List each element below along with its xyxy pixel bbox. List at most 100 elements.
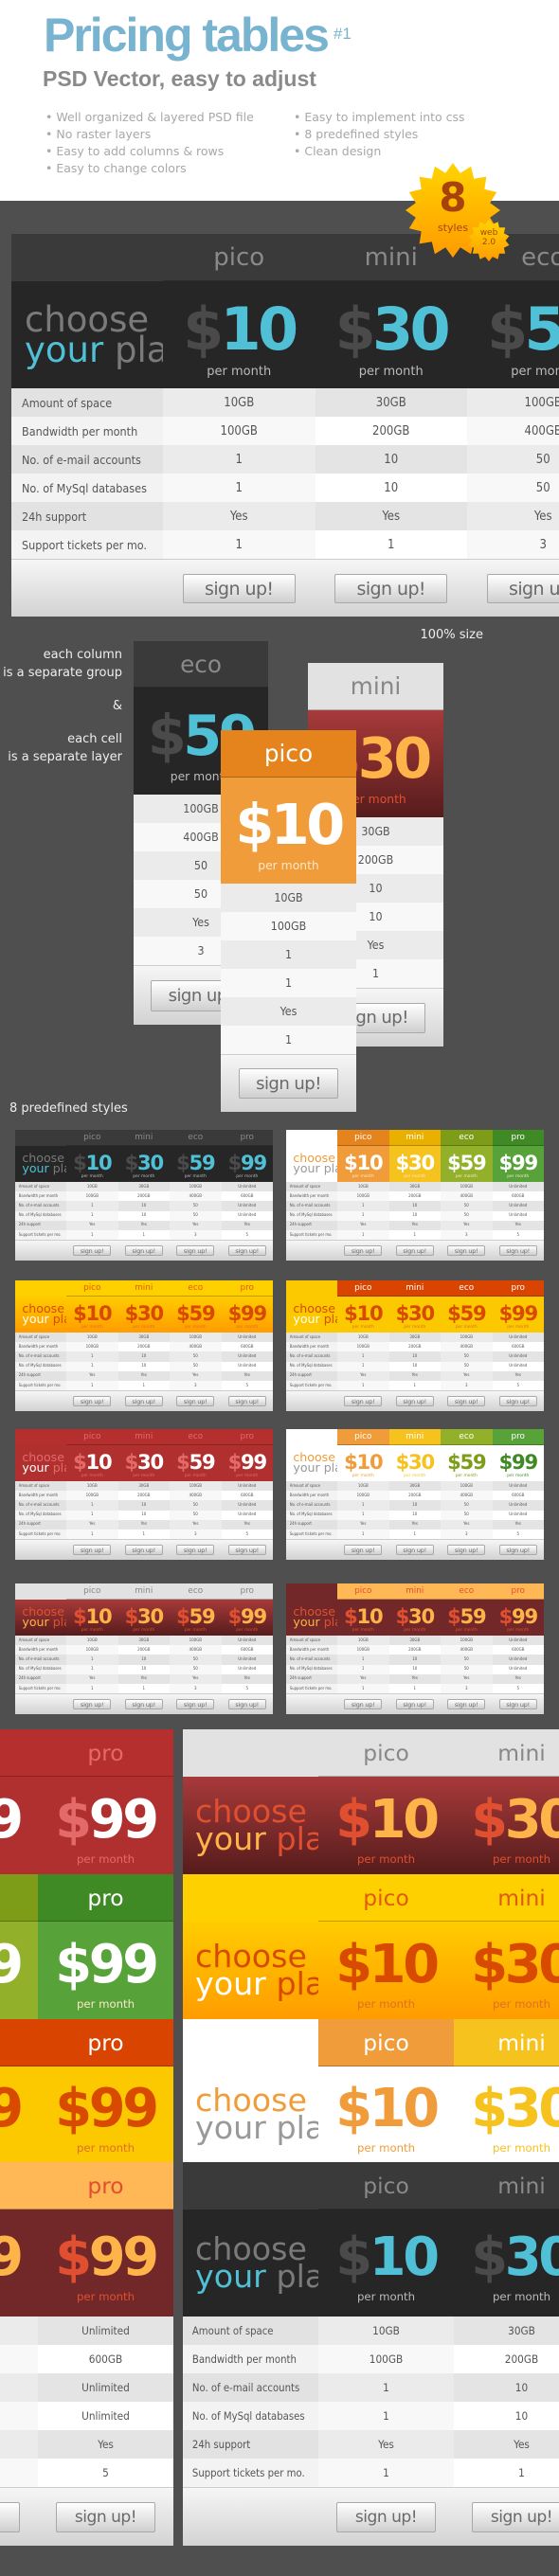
currency-symbol: $ [447,1300,461,1325]
feature-value: Unlimited [221,1210,273,1221]
price-value: 10 [369,1934,440,1996]
signup-button-eco[interactable]: sign up! [176,1396,215,1407]
feature-value: 30GB [117,1182,170,1192]
signup-button-pico[interactable]: sign up! [344,1245,383,1257]
signup-button-pro[interactable]: sign up! [227,1245,266,1257]
signup-button-mini[interactable]: sign up! [334,573,448,604]
feature-value: 10GB [337,1182,389,1192]
signup-button-mini[interactable]: sign up! [395,1396,434,1407]
feature-row: Amount of space10GB30GB100GBUnlimited [11,388,559,417]
signup-button-pico[interactable]: sign up! [73,1396,112,1407]
signup-cell: sign up! [389,1540,442,1560]
feature-row: 100GB [221,912,356,940]
signup-button-mini[interactable]: sign up! [471,2501,559,2533]
signup-button-mini[interactable]: sign up! [124,1545,163,1556]
signup-button-pro[interactable]: sign up! [498,1699,537,1710]
feature-value: 200GB [454,2345,559,2373]
signup-button-pico[interactable]: sign up! [73,1245,112,1257]
signup-button-pico[interactable]: sign up! [182,573,296,604]
feature-value: 3 [441,1229,493,1241]
signup-button-eco[interactable]: sign up! [447,1699,486,1710]
signup-button-pico[interactable]: sign up! [335,2501,437,2533]
signup-button-pico[interactable]: sign up! [73,1545,112,1556]
feature-label: No. of e-mail accounts [15,1201,66,1211]
signup-button-pro[interactable]: sign up! [498,1545,537,1556]
signup-button-eco[interactable]: sign up! [176,1545,215,1556]
signup-cell: sign up! [222,1241,274,1261]
choose-your-plan: choose your plan [183,1777,318,1874]
signup-button-eco[interactable]: sign up! [0,2501,21,2533]
signup-button-eco[interactable]: sign up! [176,1699,215,1710]
signup-button-pico[interactable]: sign up! [344,1699,383,1710]
plan-text: plan [52,1615,66,1629]
feature-value: 10 [388,1510,441,1520]
price-row: $10 per month [221,778,356,884]
signup-button-mini[interactable]: sign up! [124,1396,163,1407]
currency-symbol: $ [471,2227,508,2289]
signup-button-eco[interactable]: sign up! [176,1245,215,1257]
currency-symbol: $ [395,1603,410,1628]
plan-name-row: picominiecopro [183,1874,559,1922]
signup-button-eco[interactable]: sign up! [447,1396,486,1407]
your-plan-text: your plan [22,1461,66,1474]
price-pro: $99 per month [492,1445,544,1481]
per-month: per month [455,1473,478,1478]
signup-button-pro[interactable]: sign up! [498,1245,537,1257]
choose-your-plan: choose your plan [15,1146,66,1182]
signup-button-pro[interactable]: sign up! [55,2501,156,2533]
your-text: your [195,2108,266,2146]
feature-row: Bandwidth per month100GB200GB400GB600GB [11,417,559,445]
per-month: per month [507,1627,530,1633]
price-value: 30 [408,1449,435,1474]
feature-value: 1 [315,530,467,559]
feature-label: Amount of space [286,1182,337,1192]
signup-button-mini[interactable]: sign up! [395,1699,434,1710]
feature-value: 400GB [170,1491,222,1501]
feature-row: 24h supportYesYesYesYes [15,1370,273,1381]
signup-button-pico[interactable]: sign up! [344,1545,383,1556]
feature-bullet: No raster layers [45,126,254,143]
feature-value: Unlimited [492,1636,544,1646]
feature-label: No. of MySql databases [183,2402,318,2430]
per-month: per month [133,1627,155,1633]
price-eco: $59 per month [441,1297,493,1333]
feature-value: 10 [117,1351,170,1362]
per-month: per month [81,1173,103,1179]
feature-value: 10GB [66,1182,118,1192]
feature-row: Support tickets per mo.1135 [286,1229,544,1241]
feature-value: 5 [221,1380,273,1391]
plan-name-row: mini [308,663,443,710]
price-value: 99 [88,2078,159,2140]
plan-name-eco: eco [134,641,268,688]
signup-button-eco[interactable]: sign up! [486,573,559,604]
signup-button-mini[interactable]: sign up! [395,1545,434,1556]
feature-label: 24h support [286,1673,337,1684]
signup-button-pro[interactable]: sign up! [498,1396,537,1407]
signup-button-eco[interactable]: sign up! [447,1245,486,1257]
feature-value: Unlimited [38,2402,173,2430]
signup-button-pro[interactable]: sign up! [227,1545,266,1556]
plan-name-eco: eco [441,1280,493,1297]
signup-button-mini[interactable]: sign up! [124,1699,163,1710]
plan-name-pico: pico [66,1429,118,1445]
per-month: per month [356,2140,416,2155]
signup-button-pico[interactable]: sign up! [73,1699,112,1710]
signup-button-mini[interactable]: sign up! [395,1245,434,1257]
signup-button-pro[interactable]: sign up! [227,1699,266,1710]
feature-row: No. of MySql databases11050Unlimited [286,1361,544,1371]
feature-value: 50 [441,1351,493,1362]
signup-button-pico[interactable]: sign up! [238,1068,339,1099]
price-row: choose your plan $10 per month $30 per m… [0,2209,173,2317]
price-mini: $30 per month [388,1445,441,1481]
signup-button-pico[interactable]: sign up! [344,1396,383,1407]
plan-name-pro: pro [38,1729,173,1777]
per-month: per month [352,1324,374,1330]
signup-button-eco[interactable]: sign up! [447,1545,486,1556]
signup-button-pro[interactable]: sign up! [227,1396,266,1407]
your-plan-text: your plan [195,1967,318,1998]
note-line: each column [43,648,122,662]
feature-value: 50 [0,2373,38,2402]
feature-value: 1 [117,1380,170,1391]
your-plan-text: your plan [293,1162,337,1174]
signup-button-mini[interactable]: sign up! [124,1245,163,1257]
